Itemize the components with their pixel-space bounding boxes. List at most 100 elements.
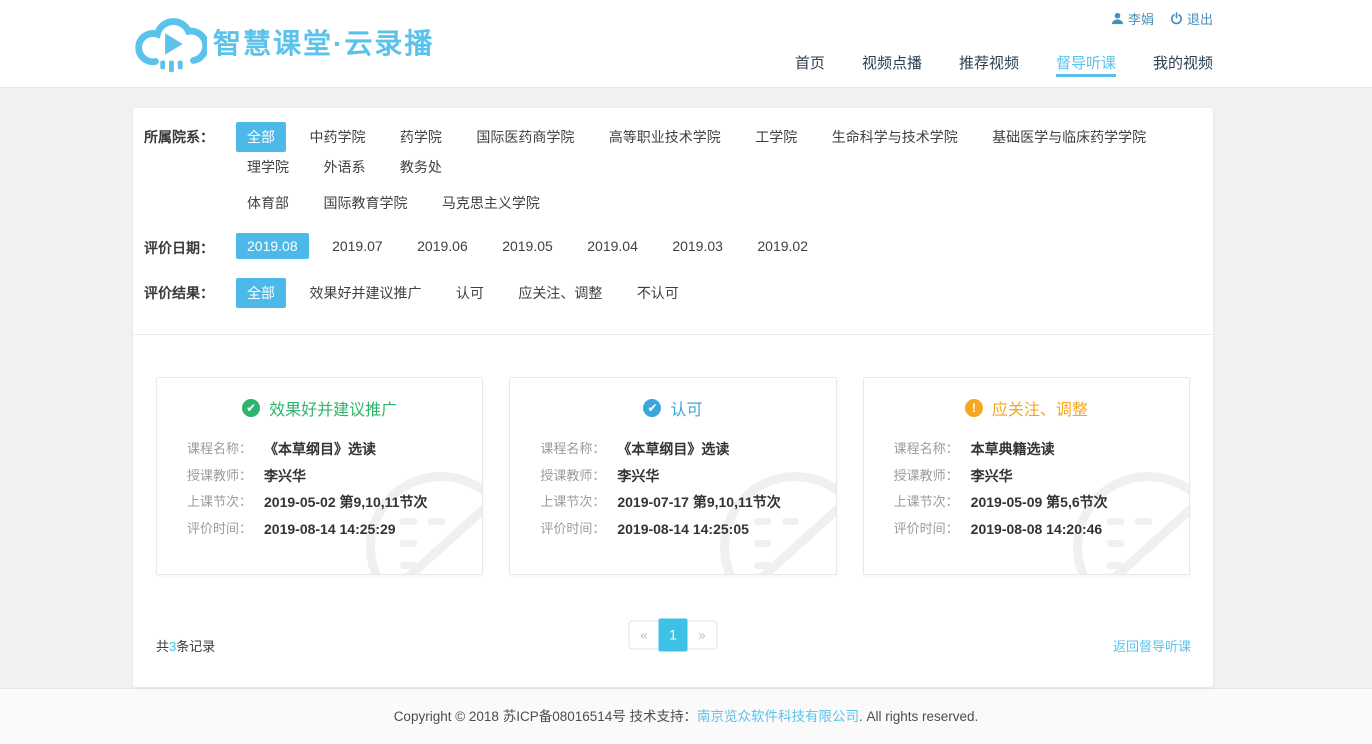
date-chip[interactable]: 2019.05 — [491, 233, 564, 259]
department-chip[interactable]: 基础医学与临床药学学院 — [981, 122, 1157, 152]
date-chip[interactable]: 2019.04 — [576, 233, 649, 259]
department-chip[interactable]: 马克思主义学院 — [431, 188, 551, 218]
department-chip[interactable]: 外语系 — [312, 152, 376, 182]
user-icon — [1111, 12, 1124, 25]
course-row: 课程名称： 《本草纲目》选读 — [187, 436, 482, 463]
time-label: 评价时间： — [894, 516, 959, 543]
brand-logo[interactable]: 智慧课堂·云录播 — [133, 9, 434, 75]
department-chip[interactable]: 国际医药商学院 — [465, 122, 585, 152]
nav-item-supervision[interactable]: 督导听课 — [1056, 52, 1116, 87]
status-label: 认可 — [670, 396, 702, 420]
course-label: 课程名称： — [894, 436, 959, 463]
department-chip[interactable]: 生命科学与技术学院 — [821, 122, 969, 152]
page-1-button[interactable]: 1 — [659, 619, 688, 652]
topbar: 李娟 退出 — [1111, 9, 1213, 28]
list-footer: 共3条记录 « 1 » 返回督导听课 — [133, 575, 1213, 687]
result-chip-all[interactable]: 全部 — [236, 278, 286, 308]
exclamation-circle-icon: ! — [965, 399, 983, 417]
department-chip[interactable]: 中药学院 — [298, 122, 376, 152]
records-prefix: 共 — [156, 639, 169, 654]
records-suffix: 条记录 — [176, 639, 215, 654]
date-filter-label: 评价日期： — [144, 233, 236, 263]
result-chip[interactable]: 应关注、调整 — [507, 278, 613, 308]
back-to-supervision-link[interactable]: 返回督导听课 — [1113, 636, 1191, 655]
result-chip[interactable]: 认可 — [445, 278, 495, 308]
teacher-row: 授课教师： 李兴华 — [894, 463, 1189, 490]
evaluation-card[interactable]: ✔ 认可 课程名称： 《本草纲目》选读 授课教师： 李兴华 上课节次： 2019… — [509, 377, 836, 575]
department-chip[interactable]: 工学院 — [744, 122, 808, 152]
session-row: 上课节次： 2019-05-09 第5,6节次 — [894, 489, 1189, 516]
copyright-text: Copyright © 2018 苏ICP备08016514号 技术支持： — [394, 709, 697, 724]
teacher-value: 李兴华 — [264, 463, 306, 490]
course-label: 课程名称： — [187, 436, 252, 463]
date-chip[interactable]: 2019.02 — [746, 233, 819, 259]
records-summary: 共3条记录 — [156, 636, 215, 655]
nav-item-my-videos[interactable]: 我的视频 — [1153, 52, 1213, 87]
date-chip[interactable]: 2019.06 — [406, 233, 479, 259]
card-status: ✔ 认可 — [510, 396, 835, 420]
nav-item-home[interactable]: 首页 — [795, 52, 825, 87]
cloud-play-logo-icon — [133, 9, 207, 75]
evaluation-cards: ✔ 效果好并建议推广 课程名称： 《本草纲目》选读 授课教师： 李兴华 上课节次… — [133, 335, 1213, 575]
filter-row-date: 评价日期： 2019.08 2019.07 2019.06 2019.05 20… — [144, 233, 1202, 263]
department-chip[interactable]: 高等职业技术学院 — [598, 122, 732, 152]
department-chip-all[interactable]: 全部 — [236, 122, 286, 152]
company-link[interactable]: 南京览众软件科技有限公司 — [697, 709, 859, 724]
check-circle-icon: ✔ — [643, 399, 661, 417]
status-label: 应关注、调整 — [992, 396, 1088, 420]
evaluation-card[interactable]: ! 应关注、调整 课程名称： 本草典籍选读 授课教师： 李兴华 上课节次： 20… — [863, 377, 1190, 575]
time-label: 评价时间： — [540, 516, 605, 543]
main-nav: 首页 视频点播 推荐视频 督导听课 我的视频 — [795, 52, 1213, 87]
time-value: 2019-08-14 14:25:29 — [264, 516, 396, 543]
time-row: 评价时间： 2019-08-14 14:25:05 — [540, 516, 835, 543]
department-chip[interactable]: 国际教育学院 — [312, 188, 418, 218]
filter-row-result: 评价结果： 全部 效果好并建议推广 认可 应关注、调整 不认可 — [144, 278, 1202, 308]
result-chip[interactable]: 效果好并建议推广 — [298, 278, 432, 308]
department-filter-label: 所属院系： — [144, 122, 236, 152]
department-chip[interactable]: 药学院 — [389, 122, 453, 152]
time-label: 评价时间： — [187, 516, 252, 543]
time-row: 评价时间： 2019-08-08 14:20:46 — [894, 516, 1189, 543]
teacher-row: 授课教师： 李兴华 — [540, 463, 835, 490]
prev-page-button[interactable]: « — [630, 622, 659, 649]
session-value: 2019-05-09 第5,6节次 — [971, 489, 1108, 516]
time-value: 2019-08-14 14:25:05 — [617, 516, 749, 543]
course-row: 课程名称： 《本草纲目》选读 — [540, 436, 835, 463]
filter-section: 所属院系： 全部 中药学院 药学院 国际医药商学院 高等职业技术学院 工学院 生… — [133, 108, 1213, 334]
session-row: 上课节次： 2019-07-17 第9,10,11节次 — [540, 489, 835, 516]
session-label: 上课节次： — [187, 489, 252, 516]
teacher-label: 授课教师： — [187, 463, 252, 490]
course-value: 《本草纲目》选读 — [617, 436, 729, 463]
status-label: 效果好并建议推广 — [269, 396, 397, 420]
main-panel: 所属院系： 全部 中药学院 药学院 国际医药商学院 高等职业技术学院 工学院 生… — [133, 108, 1213, 687]
teacher-label: 授课教师： — [540, 463, 605, 490]
course-value: 本草典籍选读 — [971, 436, 1055, 463]
logout-button[interactable]: 退出 — [1170, 9, 1213, 28]
result-chip[interactable]: 不认可 — [626, 278, 690, 308]
course-label: 课程名称： — [540, 436, 605, 463]
power-icon — [1170, 12, 1183, 25]
card-status: ! 应关注、调整 — [864, 396, 1189, 420]
date-chip[interactable]: 2019.07 — [321, 233, 394, 259]
course-value: 《本草纲目》选读 — [264, 436, 376, 463]
time-row: 评价时间： 2019-08-14 14:25:29 — [187, 516, 482, 543]
date-chip-selected[interactable]: 2019.08 — [236, 233, 309, 259]
department-chip[interactable]: 理学院 — [236, 152, 300, 182]
page-footer: Copyright © 2018 苏ICP备08016514号 技术支持：南京览… — [0, 688, 1372, 744]
teacher-label: 授课教师： — [894, 463, 959, 490]
filter-row-department: 所属院系： 全部 中药学院 药学院 国际医药商学院 高等职业技术学院 工学院 生… — [144, 122, 1202, 218]
session-value: 2019-07-17 第9,10,11节次 — [617, 489, 780, 516]
date-chip[interactable]: 2019.03 — [661, 233, 734, 259]
department-chip[interactable]: 体育部 — [236, 188, 300, 218]
current-user[interactable]: 李娟 — [1111, 9, 1154, 28]
nav-item-recommended[interactable]: 推荐视频 — [959, 52, 1019, 87]
session-label: 上课节次： — [894, 489, 959, 516]
department-chip[interactable]: 教务处 — [389, 152, 453, 182]
next-page-button[interactable]: » — [688, 622, 717, 649]
teacher-value: 李兴华 — [971, 463, 1013, 490]
brand-title: 智慧课堂·云录播 — [213, 22, 434, 62]
teacher-value: 李兴华 — [617, 463, 659, 490]
nav-item-vod[interactable]: 视频点播 — [862, 52, 922, 87]
user-name: 李娟 — [1128, 9, 1154, 28]
evaluation-card[interactable]: ✔ 效果好并建议推广 课程名称： 《本草纲目》选读 授课教师： 李兴华 上课节次… — [156, 377, 483, 575]
